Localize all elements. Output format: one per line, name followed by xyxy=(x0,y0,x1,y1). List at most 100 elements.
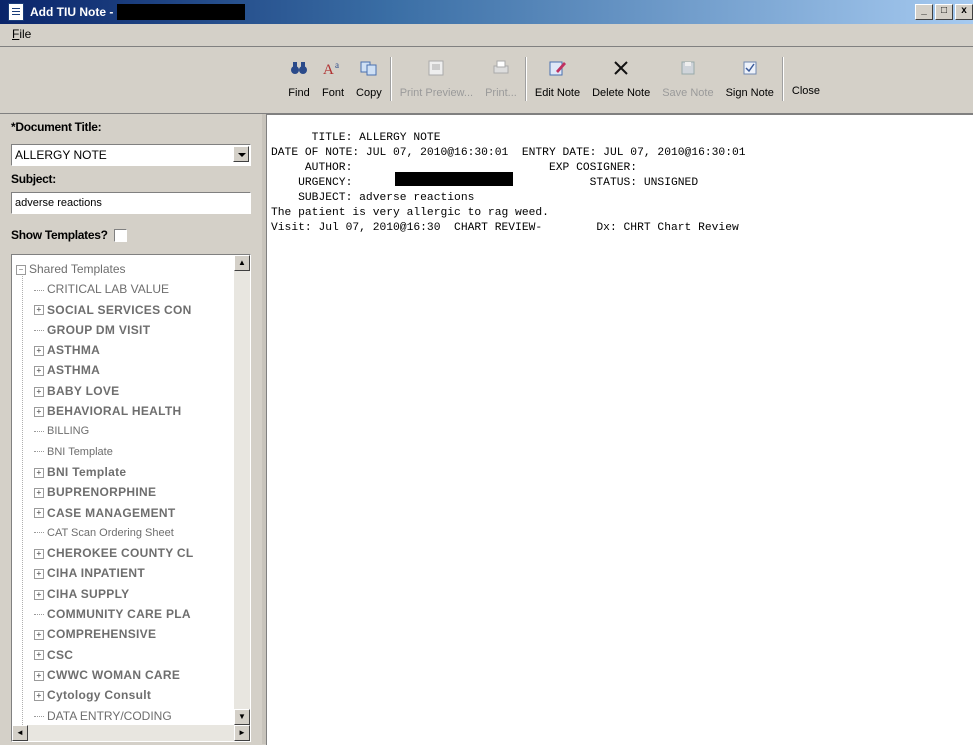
tree-horizontal-scrollbar[interactable]: ◄ ► xyxy=(12,725,250,741)
close-window-button[interactable]: x xyxy=(955,4,973,20)
document-title-combo[interactable]: ALLERGY NOTE xyxy=(11,144,251,166)
menu-file[interactable]: File xyxy=(12,27,31,41)
tree-vertical-scrollbar[interactable]: ▲ ▼ xyxy=(234,255,250,725)
print-button[interactable]: Print... xyxy=(479,57,523,105)
document-title-label: *Document Title: xyxy=(11,120,102,134)
scroll-down-icon[interactable]: ▼ xyxy=(234,709,250,725)
expand-icon[interactable]: + xyxy=(34,386,44,397)
maximize-button[interactable]: □ xyxy=(935,4,953,20)
print-label: Print... xyxy=(485,87,517,99)
redacted-patient-name xyxy=(117,4,246,20)
delete-note-button[interactable]: Delete Note xyxy=(586,57,656,105)
template-label: CHEROKEE COUNTY CL xyxy=(47,546,194,561)
template-item[interactable]: + ASTHMA xyxy=(12,360,232,380)
template-item[interactable]: BILLING xyxy=(12,421,232,441)
expand-icon[interactable]: + xyxy=(34,508,44,519)
template-item[interactable]: COMMUNITY CARE PLA xyxy=(12,604,232,624)
template-label: CSC xyxy=(47,647,74,662)
collapse-icon[interactable]: − xyxy=(16,264,26,275)
template-label: BEHAVIORAL HEALTH xyxy=(47,404,182,419)
template-label: GROUP DM VISIT xyxy=(47,322,151,337)
expand-icon[interactable]: + xyxy=(34,650,44,661)
expand-icon[interactable]: + xyxy=(34,305,44,316)
font-button[interactable]: Aa Font xyxy=(316,57,350,105)
edit-note-label: Edit Note xyxy=(534,87,581,99)
template-item[interactable]: CRITICAL LAB VALUE xyxy=(12,279,232,299)
note-line-subject: SUBJECT: adverse reactions xyxy=(271,192,475,204)
expand-icon[interactable]: + xyxy=(34,548,44,559)
expand-icon[interactable]: + xyxy=(34,630,44,641)
template-item[interactable]: + CHEROKEE COUNTY CL xyxy=(12,543,232,563)
show-templates-checkbox[interactable] xyxy=(113,229,127,243)
templates-tree[interactable]: − Shared Templates CRITICAL LAB VALUE + SOCI… xyxy=(11,254,251,742)
template-label: COMMUNITY CARE PLA xyxy=(47,607,191,622)
template-item[interactable]: + BABY LOVE xyxy=(12,381,232,401)
template-item[interactable]: + CIHA INPATIENT xyxy=(12,563,232,583)
template-label: CASE MANAGEMENT xyxy=(47,505,176,520)
template-item[interactable]: + COMPREHENSIVE xyxy=(12,624,232,644)
tree-connector xyxy=(34,451,44,453)
expand-icon[interactable]: + xyxy=(34,691,44,702)
expand-icon[interactable]: + xyxy=(34,346,44,357)
svg-text:A: A xyxy=(323,62,334,77)
template-item[interactable]: CAT Scan Ordering Sheet xyxy=(12,523,232,543)
expand-icon[interactable]: + xyxy=(34,589,44,600)
tree-connector xyxy=(34,532,44,534)
template-item[interactable]: + ASTHMA xyxy=(12,340,232,360)
scroll-left-icon[interactable]: ◄ xyxy=(12,725,28,741)
edit-note-icon xyxy=(546,57,568,79)
template-label: ASTHMA xyxy=(47,363,101,378)
subject-value: adverse reactions xyxy=(15,197,102,209)
copy-label: Copy xyxy=(356,87,382,99)
scroll-up-icon[interactable]: ▲ xyxy=(234,255,250,271)
expand-icon[interactable]: + xyxy=(34,467,44,478)
template-item[interactable]: BNI Template xyxy=(12,442,232,462)
dropdown-arrow-icon[interactable] xyxy=(233,146,249,162)
show-templates-label: Show Templates? xyxy=(11,228,108,242)
save-note-label: Save Note xyxy=(662,87,714,99)
save-icon xyxy=(677,57,699,79)
expand-icon[interactable]: + xyxy=(34,670,44,681)
window-title: Add TIU Note - xyxy=(30,5,114,19)
minimize-button[interactable]: _ xyxy=(915,4,933,20)
template-item[interactable]: + BEHAVIORAL HEALTH xyxy=(12,401,232,421)
template-label: DATA ENTRY/CODING xyxy=(47,708,172,723)
expand-icon[interactable]: + xyxy=(34,569,44,580)
template-item[interactable]: + CIHA SUPPLY xyxy=(12,584,232,604)
expand-icon[interactable]: + xyxy=(34,406,44,417)
template-label: CAT Scan Ordering Sheet xyxy=(47,526,174,539)
template-item[interactable]: GROUP DM VISIT xyxy=(12,320,232,340)
tree-connector xyxy=(34,715,44,717)
toolbar-separator xyxy=(389,57,392,101)
tree-connector xyxy=(34,289,44,291)
print-preview-label: Print Preview... xyxy=(399,87,474,99)
template-item[interactable]: − Shared Templates xyxy=(12,259,232,279)
template-item[interactable]: + Cytology Consult xyxy=(12,685,232,705)
template-item[interactable]: + BUPRENORPHINE xyxy=(12,482,232,502)
find-button[interactable]: Find xyxy=(282,57,316,105)
find-label: Find xyxy=(288,87,310,99)
edit-note-button[interactable]: Edit Note xyxy=(529,57,586,105)
copy-button[interactable]: Copy xyxy=(350,57,388,105)
template-item[interactable]: + SOCIAL SERVICES CON xyxy=(12,300,232,320)
subject-field[interactable]: adverse reactions xyxy=(11,192,251,214)
print-preview-icon xyxy=(425,57,447,79)
template-label: ASTHMA xyxy=(47,343,101,358)
template-item[interactable]: + CSC xyxy=(12,645,232,665)
print-preview-button[interactable]: Print Preview... xyxy=(394,57,479,105)
expand-icon[interactable]: + xyxy=(34,366,44,377)
note-text-area[interactable]: TITLE: ALLERGY NOTE DATE OF NOTE: JUL 07,… xyxy=(266,114,973,745)
document-icon xyxy=(8,3,24,21)
scroll-right-icon[interactable]: ► xyxy=(234,725,250,741)
template-item[interactable]: + BNI Template xyxy=(12,462,232,482)
sign-note-button[interactable]: Sign Note xyxy=(720,57,780,105)
template-label: BNI Template xyxy=(47,464,127,479)
save-note-button[interactable]: Save Note xyxy=(656,57,719,105)
template-item[interactable]: DATA ENTRY/CODING xyxy=(12,706,232,726)
expand-icon[interactable]: + xyxy=(34,488,44,499)
template-label: BABY LOVE xyxy=(47,383,120,398)
note-line-body: The patient is very allergic to rag weed… xyxy=(271,207,549,219)
template-item[interactable]: + CASE MANAGEMENT xyxy=(12,503,232,523)
delete-note-label: Delete Note xyxy=(592,87,651,99)
template-item[interactable]: + CWWC WOMAN CARE xyxy=(12,665,232,685)
